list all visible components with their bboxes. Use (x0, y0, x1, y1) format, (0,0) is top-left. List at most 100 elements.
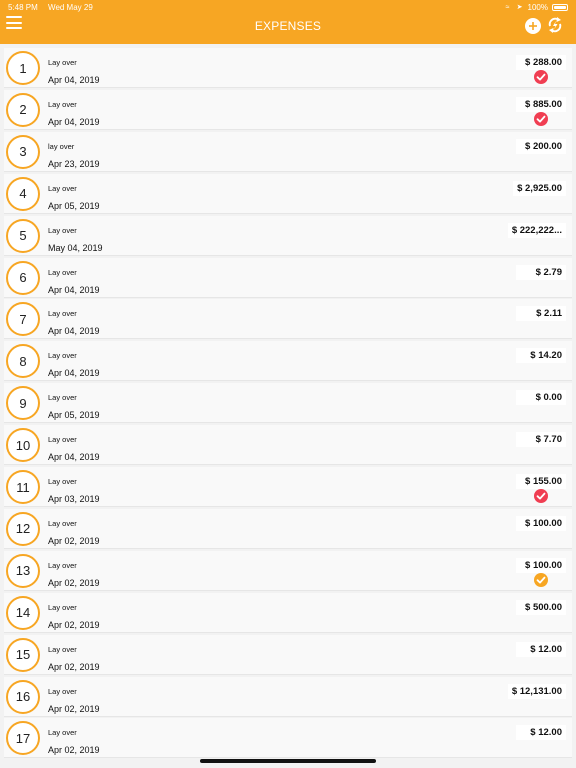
expense-title: Lay over (48, 560, 77, 570)
sync-icon (548, 17, 562, 33)
expense-amount: $ 0.00 (516, 390, 566, 406)
expense-date: Apr 04, 2019 (48, 326, 100, 337)
expense-number-badge: 7 (6, 302, 40, 337)
expense-title: Lay over (48, 728, 77, 738)
page-title: EXPENSES (254, 19, 322, 33)
expense-title: Lay over (48, 267, 77, 277)
expense-number-badge: 8 (6, 344, 40, 379)
expense-amount: $ 14.20 (516, 348, 566, 364)
expense-date: Apr 02, 2019 (48, 535, 100, 546)
expense-amount: $ 885.00 (516, 96, 566, 112)
expense-date: Apr 02, 2019 (48, 619, 100, 630)
expense-amount: $ 288.00 (516, 55, 566, 70)
expense-title: Lay over (48, 99, 77, 109)
expense-row[interactable]: 9 Lay over Apr 05, 2019 $ 0.00 (4, 383, 572, 424)
expense-row[interactable]: 16 Lay over Apr 02, 2019 $ 12,131.00 (4, 676, 572, 717)
expense-number-badge: 4 (6, 176, 40, 211)
expense-number-badge: 3 (6, 134, 40, 169)
expense-number-badge: 13 (6, 553, 40, 588)
expense-date: Apr 02, 2019 (48, 703, 100, 714)
expense-row[interactable]: 5 Lay over May 04, 2019 $ 222,222... (4, 215, 572, 256)
expense-title: Lay over (48, 644, 77, 654)
expense-title: Lay over (48, 225, 77, 235)
expense-row[interactable]: 17 Lay over Apr 02, 2019 $ 12.00 (4, 718, 572, 759)
checkmark-icon (534, 111, 548, 126)
expense-number-badge: 10 (6, 428, 40, 463)
checkmark-icon (534, 70, 548, 84)
expense-row[interactable]: 4 Lay over Apr 05, 2019 $ 2,925.00 (4, 173, 572, 214)
expense-date: Apr 05, 2019 (48, 200, 100, 211)
expense-amount: $ 222,222... (507, 222, 566, 238)
expense-title: Lay over (48, 58, 77, 67)
expense-title: Lay over (48, 686, 77, 696)
expense-number-badge: 5 (6, 218, 40, 253)
expense-row[interactable]: 15 Lay over Apr 02, 2019 $ 12.00 (4, 634, 572, 675)
expense-row[interactable]: 11 Lay over Apr 03, 2019 $ 155.00 (4, 467, 572, 507)
add-expense-button[interactable] (525, 18, 541, 34)
expense-row[interactable]: 13 Lay over Apr 02, 2019 $ 100.00 (4, 550, 572, 591)
expense-title: lay over (48, 141, 75, 151)
expense-title: Lay over (48, 602, 77, 612)
status-left: 5:48 PM Wed May 29 (8, 3, 101, 12)
expense-date: Apr 02, 2019 (48, 577, 100, 588)
expense-row[interactable]: 2 Lay over Apr 04, 2019 $ 885.00 (4, 89, 572, 130)
expense-number-badge: 17 (6, 721, 40, 756)
expense-number-badge: 9 (6, 386, 40, 421)
expense-row[interactable]: 3 lay over Apr 23, 2019 $ 200.00 (4, 131, 572, 172)
status-time: 5:48 PM (8, 3, 38, 12)
expense-title: Lay over (48, 309, 77, 319)
expense-amount: $ 500.00 (516, 599, 566, 615)
expense-amount: $ 2,925.00 (513, 180, 566, 196)
expense-number-badge: 6 (6, 260, 40, 295)
expense-number-badge: 15 (6, 637, 40, 672)
expense-title: Lay over (48, 351, 77, 361)
status-bar: 5:48 PM Wed May 29 ≈ ➤ 100% (0, 0, 576, 14)
expense-row[interactable]: 14 Lay over Apr 02, 2019 $ 500.00 (4, 592, 572, 633)
expense-date: Apr 03, 2019 (48, 494, 100, 504)
expense-amount: $ 155.00 (516, 474, 566, 489)
expense-amount: $ 7.70 (516, 432, 566, 448)
expense-date: Apr 02, 2019 (48, 661, 100, 672)
plus-icon (529, 22, 537, 30)
expense-title: Lay over (48, 477, 77, 486)
expense-number-badge: 12 (6, 511, 40, 546)
expense-date: May 04, 2019 (48, 242, 103, 253)
expense-list[interactable]: 1 Lay over Apr 04, 2019 $ 288.00 2 Lay over Ap… (0, 44, 576, 768)
expense-amount: $ 12,131.00 (507, 683, 566, 699)
expense-row[interactable]: 7 Lay over Apr 04, 2019 $ 2.11 (4, 299, 572, 340)
wifi-icon: ≈ (505, 3, 510, 11)
hamburger-icon (6, 16, 22, 18)
location-icon: ➤ (516, 3, 523, 11)
expense-number-badge: 16 (6, 679, 40, 714)
expense-date: Apr 04, 2019 (48, 75, 100, 85)
expense-number-badge: 14 (6, 595, 40, 630)
expense-amount: $ 12.00 (516, 725, 566, 741)
expense-title: Lay over (48, 393, 77, 403)
expense-amount: $ 100.00 (516, 515, 566, 531)
battery-percent: 100% (527, 3, 548, 12)
expense-title: Lay over (48, 435, 77, 445)
expense-title: Lay over (48, 518, 77, 528)
expense-row[interactable]: 6 Lay over Apr 04, 2019 $ 2.79 (4, 257, 572, 298)
expense-row[interactable]: 1 Lay over Apr 04, 2019 $ 288.00 (4, 48, 572, 88)
expense-date: Apr 04, 2019 (48, 452, 100, 463)
expense-amount: $ 2.79 (516, 264, 566, 280)
expense-row[interactable]: 10 Lay over Apr 04, 2019 $ 7.70 (4, 425, 572, 466)
expense-number-badge: 2 (6, 92, 40, 127)
battery-icon (552, 4, 568, 11)
expense-number-badge: 1 (6, 51, 40, 85)
expense-amount: $ 2.11 (516, 306, 566, 322)
checkmark-icon (534, 572, 548, 587)
expense-row[interactable]: 12 Lay over Apr 02, 2019 $ 100.00 (4, 508, 572, 549)
sync-button[interactable] (547, 16, 563, 34)
expense-date: Apr 04, 2019 (48, 284, 100, 295)
header-bar: 5:48 PM Wed May 29 ≈ ➤ 100% EXPENSES (0, 0, 576, 44)
expense-row[interactable]: 8 Lay over Apr 04, 2019 $ 14.20 (4, 341, 572, 382)
expense-amount: $ 100.00 (516, 557, 566, 573)
expense-date: Apr 02, 2019 (48, 745, 100, 756)
expense-date: Apr 23, 2019 (48, 158, 100, 169)
checkmark-icon (534, 489, 548, 503)
expense-date: Apr 04, 2019 (48, 368, 100, 379)
expense-date: Apr 05, 2019 (48, 410, 100, 421)
expense-number-badge: 11 (6, 470, 40, 504)
